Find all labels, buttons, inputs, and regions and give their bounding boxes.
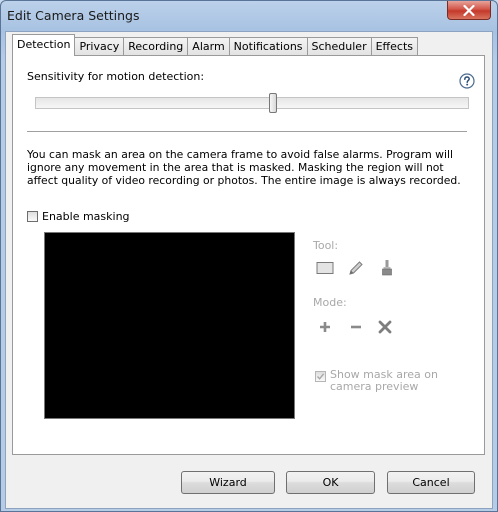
section-divider xyxy=(27,131,467,132)
tab-strip: Detection Privacy Recording Alarm Notifi… xyxy=(12,34,418,56)
title-bar: Edit Camera Settings xyxy=(1,1,497,31)
show-mask-row[interactable]: Show mask area on camera preview xyxy=(315,369,475,393)
tab-privacy[interactable]: Privacy xyxy=(75,37,125,56)
add-mode-button[interactable] xyxy=(315,317,335,337)
tab-scheduler[interactable]: Scheduler xyxy=(307,37,372,56)
clear-x-icon xyxy=(378,320,392,334)
subtract-mode-button[interactable] xyxy=(346,317,366,337)
close-icon xyxy=(463,4,475,16)
close-button[interactable] xyxy=(447,1,491,20)
tab-recording[interactable]: Recording xyxy=(124,37,189,56)
show-mask-label[interactable]: Show mask area on camera preview xyxy=(330,369,475,393)
dialog-body: Detection Privacy Recording Alarm Notifi… xyxy=(5,31,493,509)
tool-label: Tool: xyxy=(313,239,339,252)
detection-panel: Sensitivity for motion detection: You ca… xyxy=(12,55,485,455)
minus-icon xyxy=(351,325,361,329)
sensitivity-label: Sensitivity for motion detection: xyxy=(27,70,205,83)
enable-masking-label[interactable]: Enable masking xyxy=(42,210,130,223)
tab-alarm[interactable]: Alarm xyxy=(188,37,230,56)
pencil-icon xyxy=(349,261,363,275)
show-mask-checkbox[interactable] xyxy=(315,371,326,382)
brush-icon xyxy=(382,260,392,276)
question-mark-circle-icon[interactable] xyxy=(459,73,475,89)
sensitivity-slider-track[interactable] xyxy=(35,97,469,109)
rectangle-tool-button[interactable] xyxy=(315,258,335,278)
enable-masking-row[interactable]: Enable masking xyxy=(27,210,130,223)
mode-label: Mode: xyxy=(313,296,347,309)
plus-icon xyxy=(320,322,330,332)
rectangle-icon xyxy=(316,262,334,274)
checkmark-icon xyxy=(316,373,325,380)
tab-notifications[interactable]: Notifications xyxy=(229,37,308,56)
cancel-button[interactable]: Cancel xyxy=(387,471,475,494)
tab-detection[interactable]: Detection xyxy=(12,34,76,56)
wizard-button[interactable]: Wizard xyxy=(181,471,275,494)
pencil-tool-button[interactable] xyxy=(346,258,366,278)
ok-button[interactable]: OK xyxy=(286,471,375,494)
enable-masking-checkbox[interactable] xyxy=(27,211,38,222)
mask-description: You can mask an area on the camera frame… xyxy=(27,148,461,187)
sensitivity-slider-thumb[interactable] xyxy=(269,93,278,113)
tab-effects[interactable]: Effects xyxy=(371,37,418,56)
edit-camera-settings-window: Edit Camera Settings Detection Privacy R… xyxy=(0,0,498,512)
brush-tool-button[interactable] xyxy=(377,258,397,278)
camera-preview[interactable] xyxy=(44,232,295,419)
clear-mask-button[interactable] xyxy=(375,317,395,337)
window-title: Edit Camera Settings xyxy=(7,8,140,23)
